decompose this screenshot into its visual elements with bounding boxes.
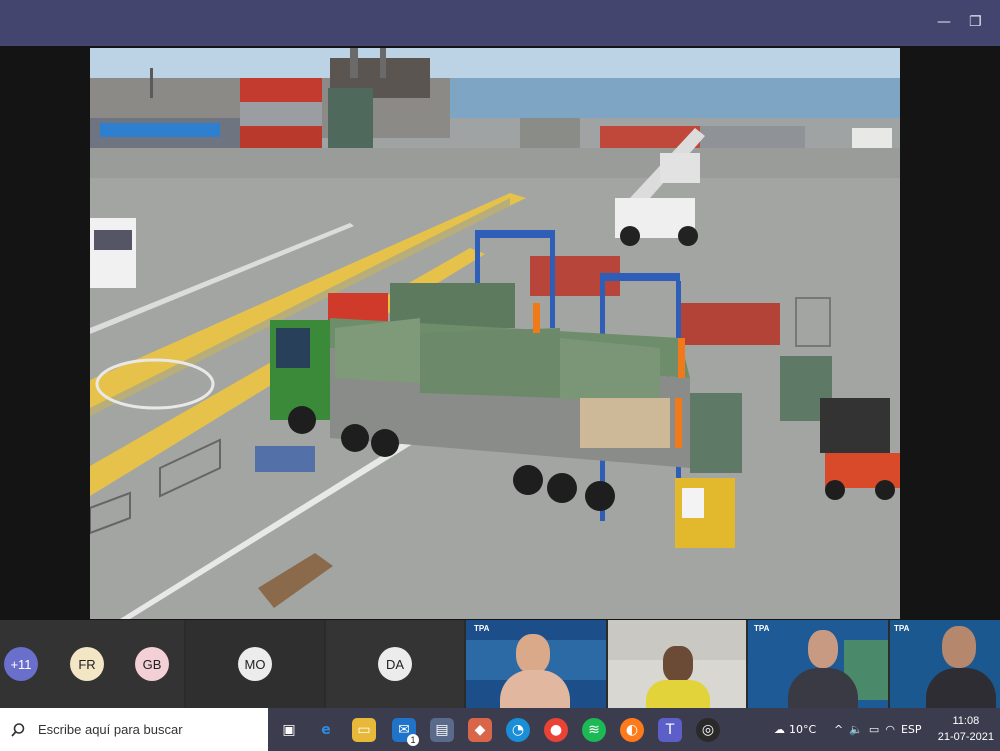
participant-avatar-gb[interactable]: GB xyxy=(135,647,169,681)
window-titlebar: — ❐ xyxy=(0,0,1000,46)
battery-icon[interactable]: ▭ xyxy=(869,723,879,736)
weather-widget[interactable]: ☁ 10°C xyxy=(774,708,816,751)
clock-date: 21-07-2021 xyxy=(937,731,994,743)
teams-icon[interactable]: T xyxy=(658,718,682,742)
mail-badge: 1 xyxy=(407,734,419,746)
weather-temp: 10°C xyxy=(789,723,817,736)
port-scene-image xyxy=(90,48,900,619)
participant-avatar-mo[interactable]: MO xyxy=(238,647,272,681)
person-body xyxy=(926,668,996,708)
participant-tile-da: DA xyxy=(326,620,464,708)
task-view-icon[interactable]: ▣ xyxy=(277,718,301,742)
participant-strip: +11 FR GB MO DA TPA TPA TPA xyxy=(0,620,1000,708)
tpa-logo: TPA xyxy=(474,624,490,633)
taskbar-clock[interactable]: 11:08 21-07-2021 xyxy=(938,713,994,745)
overflow-participants-button[interactable]: +11 xyxy=(4,647,38,681)
participant-video-3[interactable]: TPA xyxy=(748,620,888,708)
windows-taskbar: Escribe aquí para buscar ▣ e ▭ ✉ 1 ▤ ◆ ◔… xyxy=(0,708,1000,751)
tpa-logo: TPA xyxy=(894,624,910,633)
person-body xyxy=(646,680,710,708)
firefox-icon[interactable]: ◐ xyxy=(620,718,644,742)
spotify-icon[interactable]: ≋ xyxy=(582,718,606,742)
participant-avatar-fr[interactable]: FR xyxy=(70,647,104,681)
minimize-button[interactable]: — xyxy=(937,14,951,30)
participant-video-1[interactable]: TPA xyxy=(466,620,606,708)
teams-app-icon[interactable]: ◆ xyxy=(468,718,492,742)
tpa-logo: TPA xyxy=(754,624,770,633)
search-icon xyxy=(11,722,25,737)
search-placeholder: Escribe aquí para buscar xyxy=(38,722,183,737)
chevron-up-icon[interactable]: ^ xyxy=(834,723,843,736)
language-indicator[interactable]: ESP xyxy=(901,723,922,736)
participant-tile-mo: MO xyxy=(186,620,324,708)
person-face xyxy=(808,630,838,668)
clock-time: 11:08 xyxy=(952,715,980,727)
edge-icon[interactable]: ◔ xyxy=(506,718,530,742)
maximize-button[interactable]: ❐ xyxy=(969,14,982,30)
chrome-icon[interactable]: ● xyxy=(544,718,568,742)
taskbar-search-box[interactable]: Escribe aquí para buscar xyxy=(0,708,268,751)
participant-group-tile: +11 FR GB xyxy=(0,620,184,708)
edge-legacy-icon[interactable]: e xyxy=(314,718,338,742)
obs-icon[interactable]: ◎ xyxy=(696,718,720,742)
participant-video-2[interactable] xyxy=(608,620,746,708)
video-stage xyxy=(0,46,1000,620)
participant-avatar-da[interactable]: DA xyxy=(378,647,412,681)
person-face xyxy=(516,634,550,674)
person-face xyxy=(942,626,976,668)
person-face xyxy=(663,646,693,682)
participant-video-4[interactable]: TPA xyxy=(890,620,1000,708)
system-tray[interactable]: ^ 🔈 ▭ ◠ ESP xyxy=(834,708,922,751)
cloud-icon: ☁ xyxy=(774,723,785,736)
shared-video-feed[interactable] xyxy=(90,48,900,619)
file-explorer-icon[interactable]: ▭ xyxy=(352,718,376,742)
notes-icon[interactable]: ▤ xyxy=(430,718,454,742)
wifi-icon[interactable]: ◠ xyxy=(885,723,895,736)
volume-icon[interactable]: 🔈 xyxy=(849,723,863,736)
